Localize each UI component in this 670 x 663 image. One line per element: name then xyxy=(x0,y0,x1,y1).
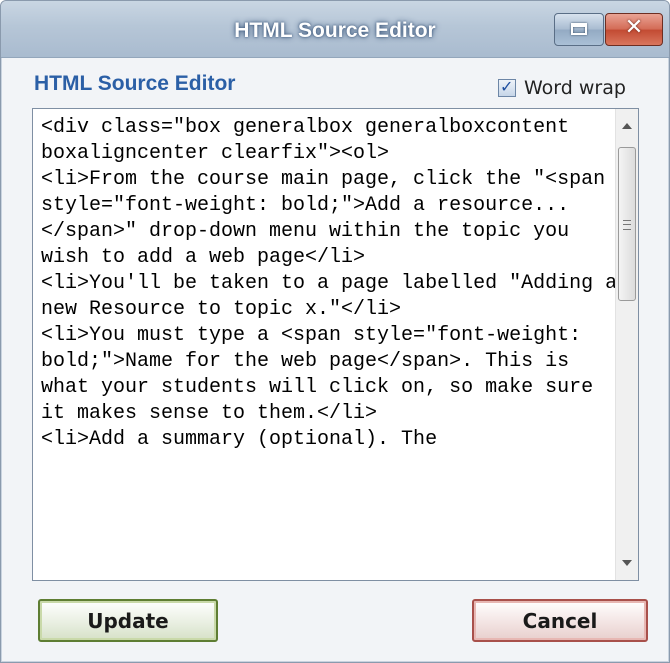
dialog-heading: HTML Source Editor xyxy=(34,72,236,95)
dialog-window: HTML Source Editor ✕ HTML Source Editor … xyxy=(0,0,670,663)
source-code-text[interactable]: <div class="box generalbox generalboxcon… xyxy=(41,115,619,453)
checkmark-icon: ✓ xyxy=(500,77,514,96)
word-wrap-checkbox[interactable]: ✓ xyxy=(498,77,516,97)
word-wrap-label[interactable]: Word wrap xyxy=(524,77,626,99)
scroll-down-icon[interactable] xyxy=(622,560,632,566)
close-icon: ✕ xyxy=(624,15,644,40)
update-button[interactable]: Update xyxy=(38,599,218,642)
close-button[interactable]: ✕ xyxy=(605,13,663,46)
scrollbar-thumb[interactable] xyxy=(618,147,636,301)
cancel-button[interactable]: Cancel xyxy=(472,599,648,642)
word-wrap-toggle[interactable]: ✓ Word wrap xyxy=(498,76,626,100)
title-bar[interactable]: HTML Source Editor ✕ xyxy=(1,1,669,58)
vertical-scrollbar[interactable] xyxy=(615,109,638,580)
source-textarea[interactable]: <div class="box generalbox generalboxcon… xyxy=(32,108,639,581)
grip-icon xyxy=(623,220,631,230)
scroll-up-icon[interactable] xyxy=(622,123,632,129)
maximize-icon xyxy=(571,23,587,35)
maximize-button[interactable] xyxy=(554,13,604,46)
